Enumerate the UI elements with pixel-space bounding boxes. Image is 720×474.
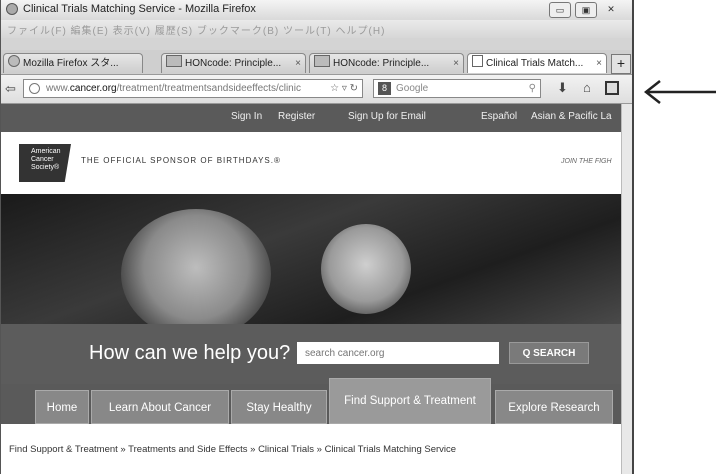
tab-honcode-1[interactable]: HONcode: Principle... × (161, 53, 306, 73)
toolbar-spacer (1, 38, 632, 50)
new-tab-button[interactable]: + (611, 54, 631, 74)
web-page: Sign In Register Sign Up for Email Españ… (1, 104, 621, 474)
download-icon[interactable]: ⬇ (557, 80, 568, 96)
url-prefix: www. (46, 83, 70, 94)
honcode-icon (166, 55, 182, 67)
espanol-link[interactable]: Español (481, 111, 517, 122)
search-engine-label: Google (396, 83, 429, 94)
sponsor-tagline: THE OFFICIAL SPONSOR OF BIRTHDAYS.® (81, 156, 281, 165)
honcode-icon (314, 55, 330, 67)
join-the-fight-link[interactable]: JOIN THE FIGH (561, 158, 612, 165)
annotation-arrow-icon (643, 80, 716, 104)
minimize-button[interactable]: ▭ (549, 2, 571, 18)
close-button[interactable]: ✕ (601, 2, 621, 16)
search-bar[interactable]: 8 Google ⚲ (373, 79, 541, 98)
help-panel: How can we help you? Q SEARCH (1, 324, 621, 384)
site-search-input[interactable] (297, 342, 499, 364)
url-domain: cancer.org (69, 83, 117, 94)
tab-label: HONcode: Principle... (333, 58, 430, 69)
bookmark-star-icon[interactable]: ☆ ▿ ↻ (330, 80, 358, 97)
page-scrollbar[interactable] (621, 104, 632, 474)
close-icon[interactable]: × (295, 54, 301, 73)
menu-items[interactable]: ファイル(F) 編集(E) 表示(V) 履歴(S) ブックマーク(B) ツール(… (7, 22, 385, 37)
navigation-bar: ⇦ www.cancer.org/treatment/treatmentsand… (1, 75, 632, 104)
menu-icon[interactable] (605, 81, 619, 95)
main-nav: Home Learn About Cancer Stay Healthy Fin… (1, 378, 621, 424)
help-heading: How can we help you? (89, 342, 291, 364)
firefox-icon (8, 55, 20, 67)
tab-strip: Mozilla Firefox スタ... HONcode: Principle… (1, 50, 632, 75)
firefox-icon (6, 3, 18, 15)
tab-label: Mozilla Firefox スタ... (23, 58, 119, 69)
acs-logo[interactable]: American Cancer Society® (19, 144, 71, 182)
sign-in-link[interactable]: Sign In (231, 111, 262, 122)
chimpanzee-face-image (321, 224, 411, 314)
window-title: Clinical Trials Matching Service - Mozil… (23, 3, 256, 15)
tab-label: HONcode: Principle... (185, 58, 282, 69)
google-icon: 8 (378, 82, 391, 95)
url-path: /treatment/treatmentsandsideeffects/clin… (116, 83, 301, 94)
utility-nav: Sign In Register Sign Up for Email Españ… (1, 104, 621, 132)
register-link[interactable]: Register (278, 111, 315, 122)
menu-bar[interactable]: ファイル(F) 編集(E) 表示(V) 履歴(S) ブックマーク(B) ツール(… (1, 20, 632, 38)
title-bar: Clinical Trials Matching Service - Mozil… (1, 0, 632, 20)
close-icon[interactable]: × (453, 54, 459, 73)
browser-window: Clinical Trials Matching Service - Mozil… (0, 0, 634, 474)
back-icon[interactable]: ⇦ (5, 81, 16, 97)
search-icon[interactable]: ⚲ (529, 80, 536, 97)
nav-explore-research[interactable]: Explore Research (495, 390, 613, 424)
address-bar[interactable]: www.cancer.org/treatment/treatmentsandsi… (23, 79, 363, 98)
nav-learn-about-cancer[interactable]: Learn About Cancer (91, 390, 229, 424)
breadcrumb[interactable]: Find Support & Treatment » Treatments an… (9, 444, 456, 455)
home-icon[interactable]: ⌂ (583, 80, 591, 95)
maximize-button[interactable]: ▣ (575, 2, 597, 18)
hero-image (1, 194, 621, 324)
close-icon[interactable]: × (596, 54, 602, 73)
man-face-image (121, 209, 271, 324)
tab-honcode-2[interactable]: HONcode: Principle... × (309, 53, 464, 73)
tab-label: Clinical Trials Match... (486, 58, 584, 69)
tab-firefox-start[interactable]: Mozilla Firefox スタ... (3, 53, 143, 73)
nav-stay-healthy[interactable]: Stay Healthy (231, 390, 327, 424)
page-icon (472, 55, 483, 67)
brand-row: American Cancer Society® THE OFFICIAL SP… (1, 132, 621, 194)
email-signup-link[interactable]: Sign Up for Email (348, 111, 426, 122)
tab-clinical-trials[interactable]: Clinical Trials Match... × (467, 53, 607, 73)
globe-icon (29, 83, 40, 94)
site-search-button[interactable]: Q SEARCH (509, 342, 589, 364)
nav-home[interactable]: Home (35, 390, 89, 424)
nav-find-support-treatment[interactable]: Find Support & Treatment (329, 378, 491, 424)
asian-pacific-link[interactable]: Asian & Pacific La (531, 111, 612, 122)
